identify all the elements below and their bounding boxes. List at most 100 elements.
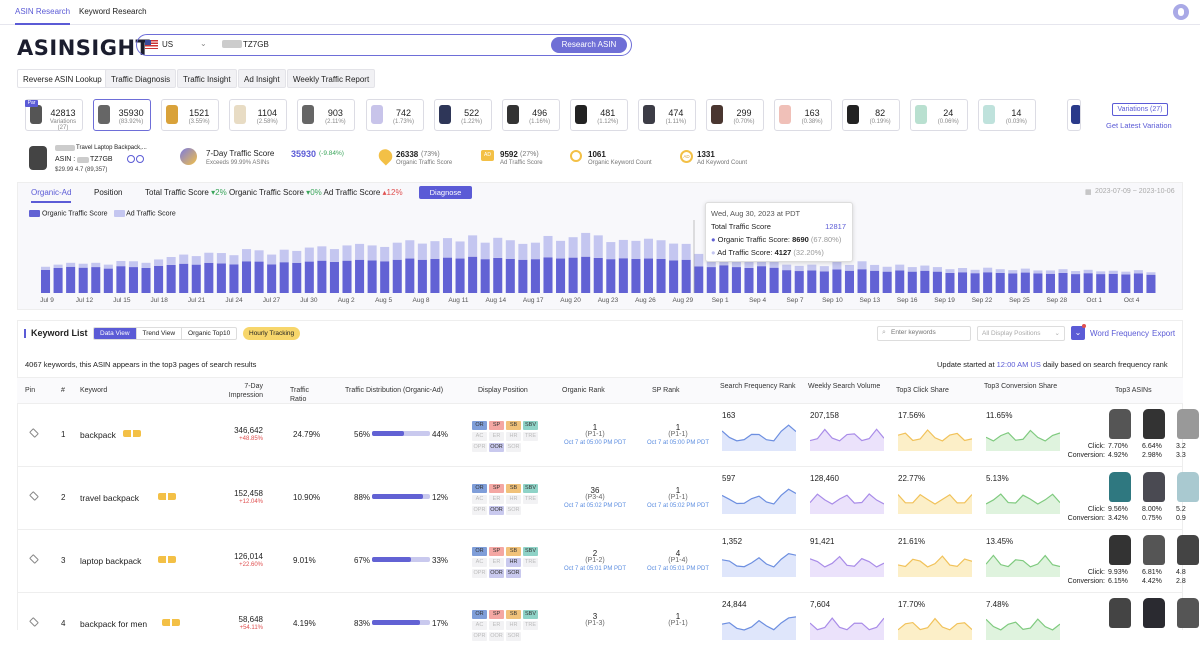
backpack-thumbnail[interactable]: [1109, 472, 1131, 502]
column-header[interactable]: SP Rank: [652, 386, 702, 395]
ad-bar[interactable]: [556, 240, 566, 259]
variation-card[interactable]: 496 (1.16%): [501, 99, 560, 131]
ad-bar[interactable]: [103, 264, 113, 269]
ad-bar[interactable]: [995, 269, 1005, 273]
chevron-down-icon[interactable]: ⌄: [200, 39, 207, 48]
export-link[interactable]: Export: [1152, 329, 1175, 338]
ad-bar[interactable]: [166, 257, 176, 265]
ad-bar[interactable]: [807, 264, 817, 271]
backpack-thumbnail[interactable]: [1177, 535, 1199, 565]
ad-bar[interactable]: [53, 264, 63, 268]
ad-bar[interactable]: [267, 254, 277, 265]
organic-bar[interactable]: [807, 270, 817, 293]
organic-bar[interactable]: [216, 263, 226, 293]
column-header[interactable]: Top3 Click Share: [896, 386, 976, 395]
organic-bar[interactable]: [405, 258, 415, 293]
ad-bar[interactable]: [329, 249, 339, 262]
ad-bar[interactable]: [91, 262, 101, 268]
ad-bar[interactable]: [920, 265, 930, 271]
organic-bar[interactable]: [41, 269, 51, 293]
research-asin-button[interactable]: Research ASIN: [551, 37, 627, 53]
ad-bar[interactable]: [78, 263, 88, 268]
ad-bar[interactable]: [417, 243, 427, 260]
organic-bar[interactable]: [593, 257, 603, 293]
column-header[interactable]: Keyword: [80, 386, 140, 395]
column-header[interactable]: Traffic Distribution (Organic-Ad): [345, 386, 465, 395]
organic-bar[interactable]: [1146, 274, 1156, 293]
ad-bar[interactable]: [568, 237, 578, 258]
organic-bar[interactable]: [556, 258, 566, 293]
tab-asin-research[interactable]: ASIN Research: [15, 0, 71, 25]
tab-keyword-research[interactable]: Keyword Research: [79, 0, 147, 25]
organic-bar[interactable]: [380, 261, 390, 293]
organic-bar[interactable]: [656, 258, 666, 293]
ad-bar[interactable]: [970, 269, 980, 274]
ad-bar[interactable]: [442, 238, 453, 258]
product-title[interactable]: Travel Laptop Backpack,...: [76, 145, 147, 151]
link-icon[interactable]: [136, 155, 144, 163]
variation-card[interactable]: 24 (0.06%): [910, 99, 969, 131]
organic-bar[interactable]: [66, 266, 76, 293]
ad-bar[interactable]: [1133, 270, 1143, 274]
organic-bar[interactable]: [744, 267, 754, 293]
ad-bar[interactable]: [581, 232, 591, 257]
organic-bar[interactable]: [342, 260, 352, 293]
organic-bar[interactable]: [254, 261, 264, 293]
ad-bar[interactable]: [794, 265, 804, 272]
legend-ad[interactable]: Ad Traffic Score: [126, 210, 176, 217]
ad-bar[interactable]: [128, 261, 138, 268]
filter-icon[interactable]: ⌄: [1071, 326, 1085, 340]
ad-bar[interactable]: [593, 235, 603, 258]
organic-bar[interactable]: [229, 264, 239, 293]
organic-bar[interactable]: [581, 256, 591, 293]
asin-input[interactable]: TZ7GB: [243, 40, 269, 49]
organic-bar[interactable]: [706, 267, 716, 293]
ad-bar[interactable]: [694, 253, 704, 267]
backpack-thumbnail[interactable]: [1177, 409, 1199, 439]
organic-bar[interactable]: [480, 259, 490, 293]
keyword-search-input[interactable]: [891, 329, 967, 336]
variation-card[interactable]: 163 (0.38%): [774, 99, 833, 131]
ad-bar[interactable]: [643, 238, 654, 259]
organic-bar[interactable]: [782, 270, 792, 293]
ad-bar[interactable]: [392, 242, 402, 260]
keyword-text[interactable]: backpack for men: [80, 619, 147, 629]
ad-bar[interactable]: [958, 267, 968, 273]
ad-bar[interactable]: [882, 266, 892, 272]
ad-bar[interactable]: [1020, 268, 1030, 273]
ad-bar[interactable]: [455, 241, 465, 259]
organic-bar[interactable]: [606, 259, 616, 293]
organic-bar[interactable]: [757, 266, 767, 293]
ad-bar[interactable]: [493, 237, 503, 258]
organic-bar[interactable]: [78, 267, 88, 293]
ad-bar[interactable]: [1033, 270, 1043, 274]
ad-bar[interactable]: [254, 250, 264, 262]
variation-card[interactable]: 742 (1.73%): [365, 99, 424, 131]
organic-bar[interactable]: [1096, 274, 1106, 293]
organic-bar[interactable]: [907, 271, 917, 293]
variation-card[interactable]: 522 (1.22%): [433, 99, 492, 131]
ad-bar[interactable]: [191, 256, 201, 265]
variation-card-partial[interactable]: [1067, 99, 1081, 131]
backpack-thumbnail[interactable]: [1143, 472, 1165, 502]
ad-bar[interactable]: [656, 240, 666, 259]
ad-bar[interactable]: [292, 250, 302, 263]
organic-bar[interactable]: [857, 269, 867, 293]
ad-bar[interactable]: [342, 245, 352, 261]
organic-bar[interactable]: [518, 259, 528, 293]
organic-bar[interactable]: [1045, 273, 1055, 293]
organic-bar[interactable]: [618, 258, 628, 293]
hourly-tracking-button[interactable]: Hourly Tracking: [243, 327, 301, 340]
ad-bar[interactable]: [631, 240, 641, 259]
ad-bar[interactable]: [279, 249, 289, 263]
organic-bar[interactable]: [505, 258, 515, 293]
organic-bar[interactable]: [719, 265, 729, 293]
organic-bar[interactable]: [292, 262, 302, 293]
organic-bar[interactable]: [844, 270, 854, 293]
organic-bar[interactable]: [832, 269, 842, 293]
display-position-select[interactable]: All Display Positions ⌄: [977, 326, 1065, 341]
ad-bar[interactable]: [945, 269, 955, 273]
organic-bar[interactable]: [958, 272, 968, 293]
organic-bar[interactable]: [1083, 273, 1093, 293]
ad-bar[interactable]: [870, 264, 880, 271]
